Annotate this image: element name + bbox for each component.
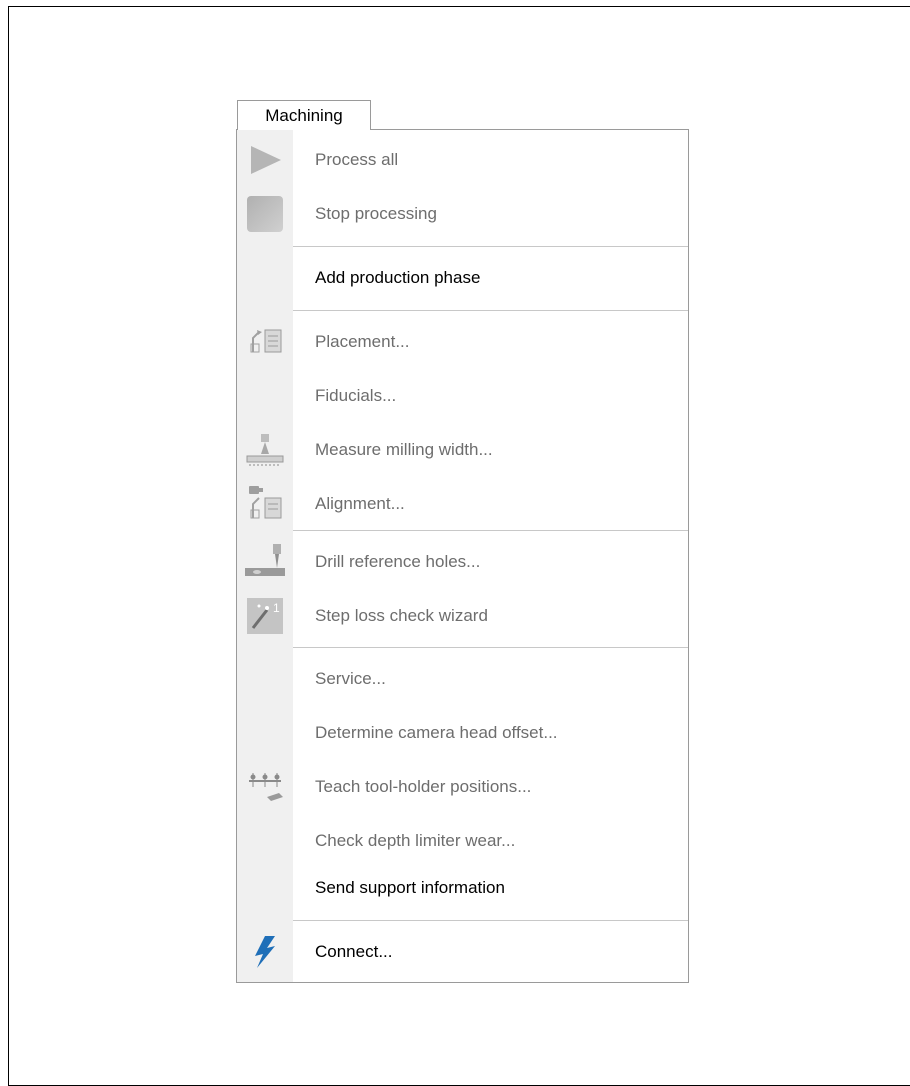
menu-item-step-loss-check-wizard[interactable]: 1 Step loss check wizard [237,594,688,638]
separator [293,246,688,247]
menu-item-label: Process all [315,150,399,169]
menu-item-placement[interactable]: Placement... [237,320,688,364]
alignment-icon [249,486,282,519]
menu-item-drill-reference-holes[interactable]: Drill reference holes... [237,540,688,584]
menu-item-label: Placement... [315,332,410,351]
drill-icon [245,544,285,576]
placement-icon [250,329,282,353]
menu-item-label: Connect... [315,942,393,961]
separator [293,920,688,921]
menu-item-label: Step loss check wizard [315,606,488,625]
menu-item-label: Fiducials... [315,386,397,405]
wizard-icon: 1 [247,598,283,634]
menu-item-label: Determine camera head offset... [315,723,558,742]
teach-tool-holder-icon [249,773,283,801]
menu-item-service[interactable]: Service... [237,657,688,701]
svg-text:1: 1 [273,601,280,615]
menu-item-label: Teach tool-holder positions... [315,777,532,796]
menu-item-determine-camera-head-offset[interactable]: Determine camera head offset... [237,711,688,755]
separator [293,530,688,531]
lightning-icon [255,936,275,968]
menu-item-alignment[interactable]: Alignment... [237,482,688,526]
measure-milling-width-icon [246,434,284,466]
menu-item-measure-milling-width[interactable]: Measure milling width... [237,428,688,472]
menu-item-teach-tool-holder-positions[interactable]: Teach tool-holder positions... [237,765,688,809]
menu-item-process-all[interactable]: Process all [237,138,688,182]
menu-tab-machining[interactable]: Machining [237,100,371,130]
menu-item-label: Add production phase [315,268,481,287]
menu-item-label: Check depth limiter wear... [315,831,516,850]
menu-item-label: Service... [315,669,386,688]
dropdown-menu: Process all Stop processing Add producti… [236,129,689,983]
menu-item-add-production-phase[interactable]: Add production phase [237,256,688,300]
separator [293,647,688,648]
menu-item-send-support-information[interactable]: Send support information [237,866,688,910]
menu-item-label: Measure milling width... [315,440,493,459]
menu-item-label: Send support information [315,878,505,897]
stop-icon [247,196,283,232]
menu-item-label: Alignment... [315,494,405,513]
menu-item-connect[interactable]: Connect... [237,930,688,974]
menu-item-label: Drill reference holes... [315,552,481,571]
menu-item-fiducials[interactable]: Fiducials... [237,374,688,418]
menu-item-label: Stop processing [315,204,437,223]
separator [293,310,688,311]
menu-item-check-depth-limiter-wear[interactable]: Check depth limiter wear... [237,819,688,863]
menu-item-stop-processing[interactable]: Stop processing [237,192,688,236]
play-icon [251,146,281,174]
